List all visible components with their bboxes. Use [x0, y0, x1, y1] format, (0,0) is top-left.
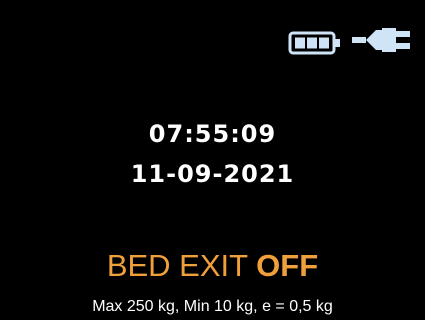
- device-screen: 07:55:09 11-09-2021 BED EXIT OFF Max 250…: [0, 0, 425, 320]
- status-icons: [288, 26, 414, 55]
- bed-exit-state: OFF: [256, 248, 319, 283]
- bed-exit-label: BED EXIT: [106, 248, 248, 283]
- bed-exit-status: BED EXIT OFF: [0, 246, 425, 286]
- plug-icon: [352, 28, 410, 52]
- clock-time: 07:55:09: [148, 120, 277, 148]
- battery-icon: [288, 31, 340, 55]
- clock-date: 11-09-2021: [130, 160, 295, 188]
- scale-specs: Max 250 kg, Min 10 kg, e = 0,5 kg: [92, 298, 333, 315]
